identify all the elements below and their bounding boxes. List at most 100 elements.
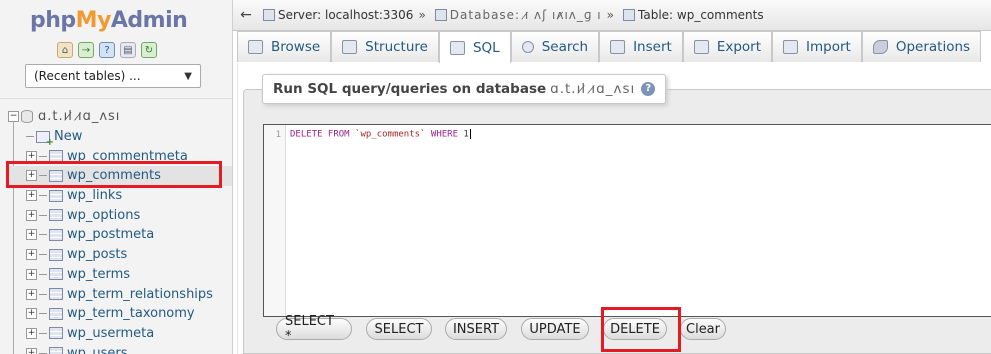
tab-import[interactable]: Import (772, 31, 862, 62)
breadcrumb-table[interactable]: Table: wp_comments (638, 8, 764, 22)
tab-export[interactable]: Export (682, 31, 773, 62)
home-icon[interactable]: ⌂ (57, 42, 73, 58)
expand-icon[interactable]: + (26, 288, 37, 300)
sql-identifier: `wp_comments` (355, 129, 426, 140)
help-icon[interactable]: ? (641, 82, 656, 96)
line-number: 1 (264, 125, 286, 316)
structure-icon (342, 40, 358, 54)
tree-table-wp-users[interactable]: + wp_users (8, 343, 232, 354)
tree-connector (39, 313, 47, 315)
tab-operations[interactable]: Operations (861, 31, 982, 62)
table-icon (49, 228, 63, 241)
search-icon (521, 41, 534, 53)
expand-icon[interactable]: + (26, 249, 37, 261)
clear-button[interactable]: Clear (680, 318, 726, 340)
expand-icon[interactable]: + (26, 308, 37, 320)
expand-icon[interactable]: + (26, 327, 37, 339)
database-icon (21, 110, 33, 124)
tree-table-wp-links[interactable]: + wp_links (8, 186, 232, 206)
tab-label: Operations (895, 39, 971, 55)
tree-table-wp-terms[interactable]: + wp_terms (8, 265, 232, 285)
tab-label: Search (541, 39, 589, 55)
legend-text: Run SQL query/queries on database (273, 81, 547, 97)
logo-my: My (75, 8, 112, 33)
tree-table-wp-postmeta[interactable]: + wp_postmeta (8, 225, 232, 245)
reload-icon[interactable]: ↻ (141, 42, 157, 58)
navigation-sidebar: phpMyAdmin ⌂ → ? ▤ ↻ (Recent tables) ...… (0, 0, 233, 354)
tree-table-wp-options[interactable]: + wp_options (8, 205, 232, 225)
sql-keyword: WHERE (430, 129, 458, 140)
documentation-icon[interactable]: ▤ (120, 42, 136, 58)
tree-table-wp-usermeta[interactable]: + wp_usermeta (8, 324, 232, 344)
tab-label: Import (806, 39, 851, 55)
sidebar-divider (0, 98, 232, 99)
tree-database[interactable]: − ɑ.t.ıl̷ ı̷ɑ_ʌsı (8, 107, 232, 127)
tab-search[interactable]: Search (510, 31, 600, 62)
select-star-button[interactable]: SELECT * (276, 314, 352, 344)
tab-label: Insert (633, 39, 672, 55)
breadcrumb-database[interactable]: Database: ı̷ ʌʃ ıʌ̷ıʌ_ɡ ı (450, 8, 602, 22)
tree-connector (39, 234, 47, 236)
tree-table-wp-posts[interactable]: + wp_posts (8, 245, 232, 265)
logo-admin: Admin (110, 8, 188, 33)
tree-connector (39, 254, 47, 256)
logo-icon-bar: ⌂ → ? ▤ ↻ (57, 42, 157, 58)
breadcrumb: ← Server: localhost:3306 » Database: ı̷ … (233, 0, 991, 31)
expand-icon[interactable]: + (26, 347, 37, 354)
tree-table-label: wp_term_taxonomy (67, 306, 195, 322)
tree-table-label: wp_links (67, 188, 123, 204)
sql-value: 1 (463, 129, 469, 140)
table-icon (49, 327, 63, 340)
sql-editor[interactable]: 1 DELETE FROM `wp_comments` WHERE 1 (263, 124, 991, 317)
tree-connector (39, 293, 47, 295)
insert-icon (610, 40, 626, 54)
recent-tables-select[interactable]: (Recent tables) ... ▼ (25, 64, 201, 88)
sql-icon (449, 41, 465, 55)
tab-bar: Browse Structure SQL Search Insert Expor… (237, 31, 991, 64)
tree-table-wp-term-taxonomy[interactable]: + wp_term_taxonomy (8, 304, 232, 324)
tree-connector (39, 214, 47, 216)
tree-table-label: wp_postmeta (67, 227, 155, 243)
logout-icon[interactable]: → (78, 42, 94, 58)
wrench-icon (872, 40, 888, 54)
insert-button[interactable]: INSERT (445, 318, 507, 340)
tree-table-label: wp_usermeta (67, 325, 155, 341)
text-cursor (469, 129, 471, 139)
table-icon (49, 248, 63, 261)
tree-table-label: wp_term_relationships (67, 286, 213, 302)
table-icon (49, 189, 63, 202)
select-button[interactable]: SELECT (366, 318, 432, 340)
collapse-icon[interactable]: − (8, 111, 19, 123)
browse-icon (248, 40, 263, 54)
tab-structure[interactable]: Structure (331, 31, 439, 62)
tree-connector (39, 332, 47, 334)
back-arrow-icon[interactable]: ← (233, 7, 259, 23)
help-icon[interactable]: ? (99, 42, 115, 58)
tree-table-label: wp_terms (67, 266, 131, 282)
tree-connector (39, 273, 47, 275)
database-icon (434, 9, 447, 21)
breadcrumb-server[interactable]: Server: localhost:3306 (278, 8, 413, 22)
phpmyadmin-logo[interactable]: phpMyAdmin (30, 8, 188, 33)
tab-label: Browse (271, 39, 321, 55)
update-button[interactable]: UPDATE (521, 318, 589, 340)
sql-query-text[interactable]: DELETE FROM `wp_comments` WHERE 1 (290, 129, 471, 140)
tree-new-table[interactable]: New (8, 127, 232, 148)
table-icon (49, 307, 63, 320)
tab-insert[interactable]: Insert (599, 31, 683, 62)
expand-icon[interactable]: + (26, 229, 37, 241)
phpmyadmin-window: phpMyAdmin ⌂ → ? ▤ ↻ (Recent tables) ...… (0, 0, 991, 354)
table-icon (49, 268, 63, 281)
expand-icon[interactable]: + (26, 209, 37, 221)
tab-browse[interactable]: Browse (237, 31, 332, 62)
breadcrumb-separator: » (418, 8, 426, 22)
expand-icon[interactable]: + (26, 190, 37, 202)
tree-table-wp-term-relationships[interactable]: + wp_term_relationships (8, 284, 232, 304)
tab-sql[interactable]: SQL (438, 31, 511, 64)
tree-connector (26, 136, 34, 138)
tab-label: SQL (472, 40, 500, 56)
expand-icon[interactable]: + (26, 268, 37, 280)
chevron-down-icon: ▼ (184, 70, 192, 82)
sql-keyword: DELETE FROM (290, 129, 350, 140)
tab-label: Structure (365, 39, 428, 55)
